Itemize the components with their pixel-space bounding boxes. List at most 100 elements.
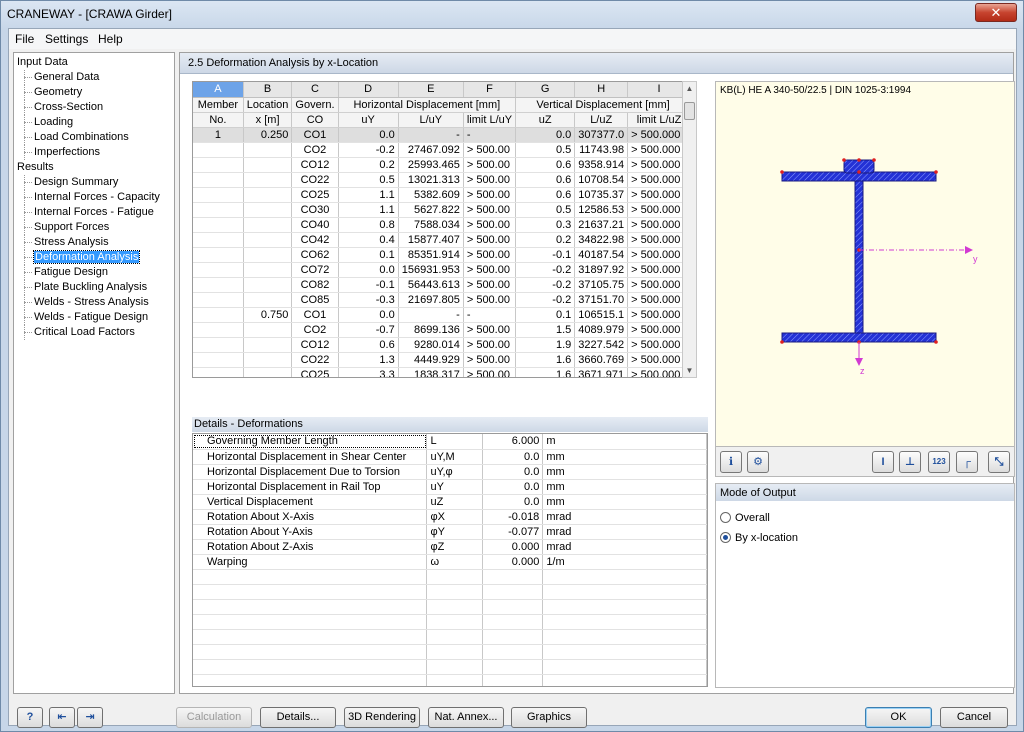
menu-settings[interactable]: Settings — [45, 32, 88, 46]
details-row[interactable]: Vertical Displacement uZ 0.0 mm — [193, 494, 707, 510]
tree-item[interactable]: Results — [14, 160, 174, 175]
details-row[interactable]: Warping ω 0.000 1/m — [193, 554, 707, 570]
table-cell: CO22 — [291, 352, 339, 368]
tree-item[interactable]: Support Forces — [14, 220, 174, 235]
axes-icon[interactable]: ┌ — [956, 451, 978, 473]
tree-item[interactable]: General Data — [14, 70, 174, 85]
table-cell — [193, 307, 244, 323]
header-location: Location — [243, 97, 293, 113]
column-letter[interactable]: D — [338, 82, 399, 98]
table-row[interactable]: CO30 1.1 5627.822 > 500.00 0.5 12586.53 > 500.… — [193, 202, 691, 218]
radio-by-x-location[interactable]: By x-location — [720, 532, 798, 544]
scroll-up-icon[interactable]: ▲ — [685, 84, 694, 93]
table-cell: 0.6 — [515, 172, 576, 188]
deformation-table[interactable]: ABCDEFGHI Member Location Govern. Horizo… — [192, 81, 692, 378]
import-icon[interactable]: ⇥ — [77, 707, 103, 728]
cancel-button[interactable]: Cancel — [940, 707, 1008, 728]
tree-item[interactable]: Load Combinations — [14, 130, 174, 145]
table-scrollbar[interactable]: ▲ ▼ — [682, 81, 697, 378]
export-icon[interactable]: ⇤ — [49, 707, 75, 728]
column-letter[interactable]: B — [243, 82, 293, 98]
table-row[interactable]: CO25 1.1 5382.609 > 500.00 0.6 10735.37 > 500.… — [193, 187, 691, 203]
info-icon[interactable]: ℹ — [720, 451, 742, 473]
table-cell: CO12 — [291, 157, 339, 173]
tree-item[interactable]: Fatigue Design — [14, 265, 174, 280]
tree-item[interactable]: Geometry — [14, 85, 174, 100]
tree-item[interactable]: Loading — [14, 115, 174, 130]
table-cell: > 500.00 — [463, 142, 517, 158]
table-row[interactable]: CO42 0.4 15877.407 > 500.00 0.2 34822.98 > 500… — [193, 232, 691, 248]
table-cell: 9280.014 — [398, 337, 464, 353]
details-cell: 0.0 — [482, 464, 544, 480]
help-icon[interactable]: ? — [17, 707, 43, 728]
table-cell: CO40 — [291, 217, 339, 233]
details-row[interactable]: Rotation About X-Axis φX -0.018 mrad — [193, 509, 707, 525]
table-row[interactable]: CO22 0.5 13021.313 > 500.00 0.6 10708.54 > 500… — [193, 172, 691, 188]
details-row[interactable]: Rotation About Y-Axis φY -0.077 mrad — [193, 524, 707, 540]
details-empty-row — [193, 629, 707, 645]
radio-overall-circle[interactable] — [720, 512, 731, 523]
table-cell: > 500.00 — [463, 367, 517, 377]
column-letter[interactable]: F — [463, 82, 517, 98]
details-row[interactable]: Horizontal Displacement in Shear Center u… — [193, 449, 707, 465]
tree-item[interactable]: Internal Forces - Fatigue — [14, 205, 174, 220]
national-annex-button[interactable]: Nat. Annex... — [428, 707, 504, 728]
graphics-button[interactable]: Graphics — [511, 707, 587, 728]
ok-button[interactable]: OK — [865, 707, 932, 728]
table-row[interactable]: CO2 -0.2 27467.092 > 500.00 0.5 11743.98 > 500… — [193, 142, 691, 158]
table-row[interactable]: CO12 0.2 25993.465 > 500.00 0.6 9358.914 > 500… — [193, 157, 691, 173]
header-govern: Govern. — [291, 97, 339, 113]
table-row[interactable]: CO12 0.6 9280.014 > 500.00 1.9 3227.542 > 500.… — [193, 337, 691, 353]
details-cell — [426, 674, 484, 686]
details-button[interactable]: Details... — [260, 707, 336, 728]
table-row[interactable]: CO85 -0.3 21697.805 > 500.00 -0.2 37151.70 > 5… — [193, 292, 691, 308]
column-letter[interactable]: E — [398, 82, 464, 98]
menu-file[interactable]: File — [15, 32, 34, 46]
column-letter[interactable]: H — [574, 82, 629, 98]
radio-overall[interactable]: Overall — [720, 512, 770, 524]
numbering-icon[interactable]: 123 — [928, 451, 950, 473]
details-row[interactable]: Horizontal Displacement Due to Torsion uY… — [193, 464, 707, 480]
tree-item[interactable]: Stress Analysis — [14, 235, 174, 250]
menu-help[interactable]: Help — [98, 32, 123, 46]
tree-item[interactable]: Plate Buckling Analysis — [14, 280, 174, 295]
section-settings-icon[interactable]: ⚙ — [747, 451, 769, 473]
details-cell — [426, 629, 484, 645]
dimensions-icon[interactable]: ⊥ — [899, 451, 921, 473]
table-row[interactable]: CO62 0.1 85351.914 > 500.00 -0.1 40187.54 > 50… — [193, 247, 691, 263]
column-header: uZ — [515, 112, 576, 128]
details-row[interactable]: Horizontal Displacement in Rail Top uY 0.0… — [193, 479, 707, 495]
show-section-icon[interactable]: I — [872, 451, 894, 473]
table-row[interactable]: CO2 -0.7 8699.136 > 500.00 1.5 4089.979 > 500.… — [193, 322, 691, 338]
tree-item[interactable]: Design Summary — [14, 175, 174, 190]
tree-item[interactable]: Welds - Stress Analysis — [14, 295, 174, 310]
details-row[interactable]: Governing Member Length L 6.000 m — [193, 434, 707, 450]
scroll-thumb[interactable] — [684, 102, 695, 120]
close-window-button[interactable]: ✕ — [975, 3, 1017, 22]
tree-item[interactable]: Critical Load Factors — [14, 325, 174, 340]
3d-rendering-button[interactable]: 3D Rendering — [344, 707, 420, 728]
table-row[interactable]: CO72 0.0 156931.953 > 500.00 -0.2 31897.92 > 5… — [193, 262, 691, 278]
table-row[interactable]: CO25 3.3 1838.317 > 500.00 1.6 3671.971 > 500.… — [193, 367, 691, 377]
tree-item[interactable]: Deformation Analysis — [14, 250, 174, 265]
column-letter[interactable]: C — [291, 82, 339, 98]
tree-item-label: Fatigue Design — [34, 266, 108, 278]
table-row[interactable]: CO22 1.3 4449.929 > 500.00 1.6 3660.769 > 500.… — [193, 352, 691, 368]
zoom-reset-icon[interactable]: ⤡ — [988, 451, 1010, 473]
table-row[interactable]: 1 0.250 CO1 0.0- -0.0 307377.0 > 500.000 — [193, 127, 691, 143]
column-letter[interactable]: A — [193, 82, 244, 98]
tree-item[interactable]: Cross-Section — [14, 100, 174, 115]
tree-item[interactable]: Imperfections — [14, 145, 174, 160]
table-row[interactable]: CO82 -0.1 56443.613 > 500.00 -0.2 37105.75 > 5… — [193, 277, 691, 293]
calculation-button[interactable]: Calculation — [176, 707, 252, 728]
tree-item[interactable]: Input Data — [14, 55, 174, 70]
scroll-down-icon[interactable]: ▼ — [685, 366, 694, 375]
tree-item[interactable]: Internal Forces - Capacity — [14, 190, 174, 205]
radio-by-x-location-circle[interactable] — [720, 532, 731, 543]
details-row[interactable]: Rotation About Z-Axis φZ 0.000 mrad — [193, 539, 707, 555]
tree-item[interactable]: Welds - Fatigue Design — [14, 310, 174, 325]
column-letter[interactable]: G — [515, 82, 576, 98]
details-table[interactable]: Governing Member Length L 6.000 m Horizontal… — [192, 433, 708, 687]
table-row[interactable]: CO40 0.8 7588.034 > 500.00 0.3 21637.21 > 500.… — [193, 217, 691, 233]
table-row[interactable]: 0.750 CO1 0.0- -0.1 106515.1 > 500.000 — [193, 307, 691, 323]
